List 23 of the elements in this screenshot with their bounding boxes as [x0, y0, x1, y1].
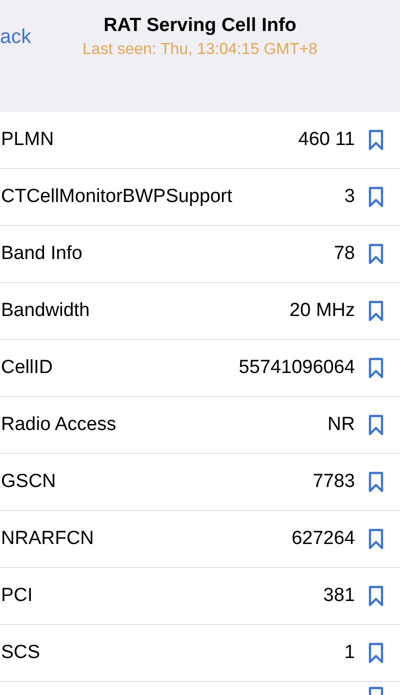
row-label: PLMN	[0, 129, 55, 151]
row-label: CellID	[0, 357, 54, 379]
row-value: 460 11	[298, 129, 355, 151]
row-value: NR	[328, 414, 355, 436]
row-value: 78	[334, 243, 355, 265]
row-label: Bandwidth	[0, 300, 91, 322]
row-label: Band Info	[0, 243, 84, 265]
row-label: NRARFCN	[0, 528, 95, 550]
row-value: 1	[344, 642, 355, 664]
row-value: 20 MHz	[290, 300, 355, 322]
row-label: CTCellMonitorBWPSupport	[0, 186, 234, 208]
row-label: SCS	[0, 642, 42, 664]
row-value: 55741096064	[238, 357, 355, 379]
row-label: Radio Access	[0, 414, 118, 436]
screen-title: RAT Serving Cell Info	[104, 15, 296, 37]
row-value: 3	[344, 186, 355, 208]
row-value: 7783	[312, 471, 355, 493]
back-button[interactable]: ack	[0, 26, 32, 49]
row-value: 381	[323, 585, 355, 607]
row-label: GSCN	[0, 471, 57, 493]
row-label: PCI	[0, 585, 34, 607]
row-value: 627264	[292, 528, 355, 550]
last-seen-subtitle: Last seen: Thu, 13:04:15 GMT+8	[82, 41, 318, 59]
